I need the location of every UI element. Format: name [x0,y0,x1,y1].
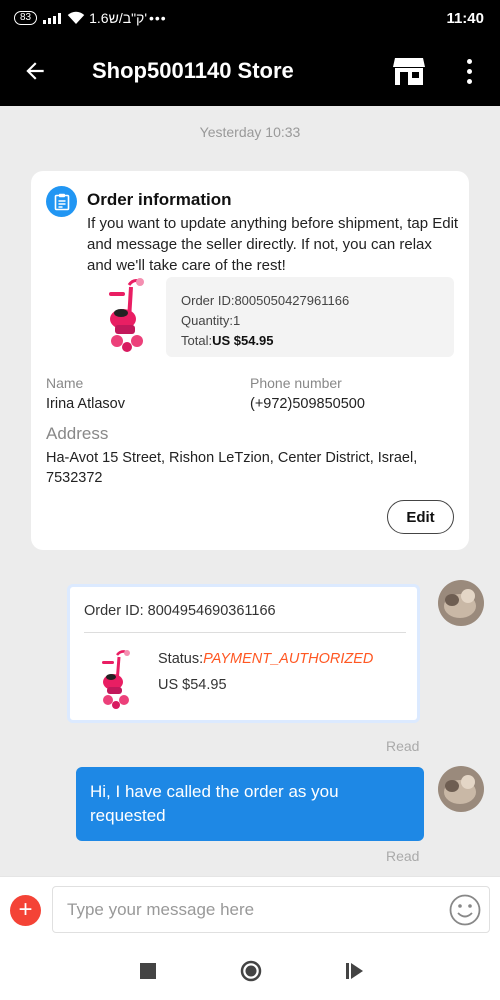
product-thumbnail[interactable] [99,275,159,355]
arrow-left-icon [26,62,44,80]
order-info-description: If you want to update anything before sh… [87,215,459,274]
home-icon[interactable] [240,960,262,982]
clipboard-icon [46,186,77,217]
phone-value: (+972)509850500 [250,396,365,412]
battery-indicator: 83 [14,11,38,25]
wifi-icon [67,11,85,24]
signal-icon [43,12,62,24]
address-label: Address [46,424,109,443]
order-info-title: Order information [87,190,232,209]
read-receipt: Read [386,738,420,754]
order-total-value: US $54.95 [212,333,274,348]
recent-apps-icon[interactable] [137,960,159,982]
message-input-bar: + [0,876,500,942]
address-value: Ha-Avot 15 Street, Rishon LeTzion, Cente… [46,450,418,486]
status-value: PAYMENT_AUTHORIZED [203,651,374,667]
read-receipt: Read [386,848,420,864]
store-button[interactable] [392,56,426,86]
status-label: Status: [158,651,204,667]
order-id: Order ID:8005050427961166 [181,293,350,308]
divider [84,632,406,633]
network-speed: 1.6ק"ב/ש' [89,10,147,26]
more-vert-icon [466,58,472,64]
back-button[interactable] [0,36,70,106]
order-message-card[interactable]: Order ID: 8004954690361166 Status:PAYMEN… [67,584,420,723]
emoji-icon[interactable] [448,893,482,927]
edit-button[interactable]: Edit [387,500,454,534]
order-summary-box[interactable]: Order ID:8005050427961166 Quantity:1 Tot… [166,277,454,357]
status-time: 11:40 [446,9,484,27]
avatar[interactable] [438,580,484,626]
back-nav-icon[interactable] [344,960,366,982]
order-status: Status:PAYMENT_AUTHORIZED [158,651,373,667]
message-input[interactable] [52,886,490,933]
name-value: Irina Atlasov [46,396,125,412]
order-information-card: Order information If you want to update … [31,171,469,550]
store-icon [393,58,425,85]
system-navigation-bar [0,942,500,1000]
status-bar: 83 1.6ק"ב/ש' ••• 11:40 [0,0,500,36]
timestamp-separator: Yesterday 10:33 [199,124,301,140]
avatar[interactable] [438,766,484,812]
name-label: Name [46,375,84,391]
notification-dots: ••• [149,10,167,26]
plus-icon[interactable]: + [10,895,41,926]
order-total-label: Total: [181,333,213,348]
message-bubble[interactable]: Hi, I have called the order as you reque… [76,767,424,841]
phone-label: Phone number [250,375,342,391]
order-price: US $54.95 [158,677,227,693]
product-thumbnail [102,650,130,709]
app-bar: Shop5001140 Store [0,36,500,106]
page-title: Shop5001140 Store [92,58,294,83]
message-order-id: Order ID: 8004954690361166 [84,603,276,619]
more-options-button[interactable] [455,56,483,86]
order-quantity: Quantity:1 [181,313,241,328]
